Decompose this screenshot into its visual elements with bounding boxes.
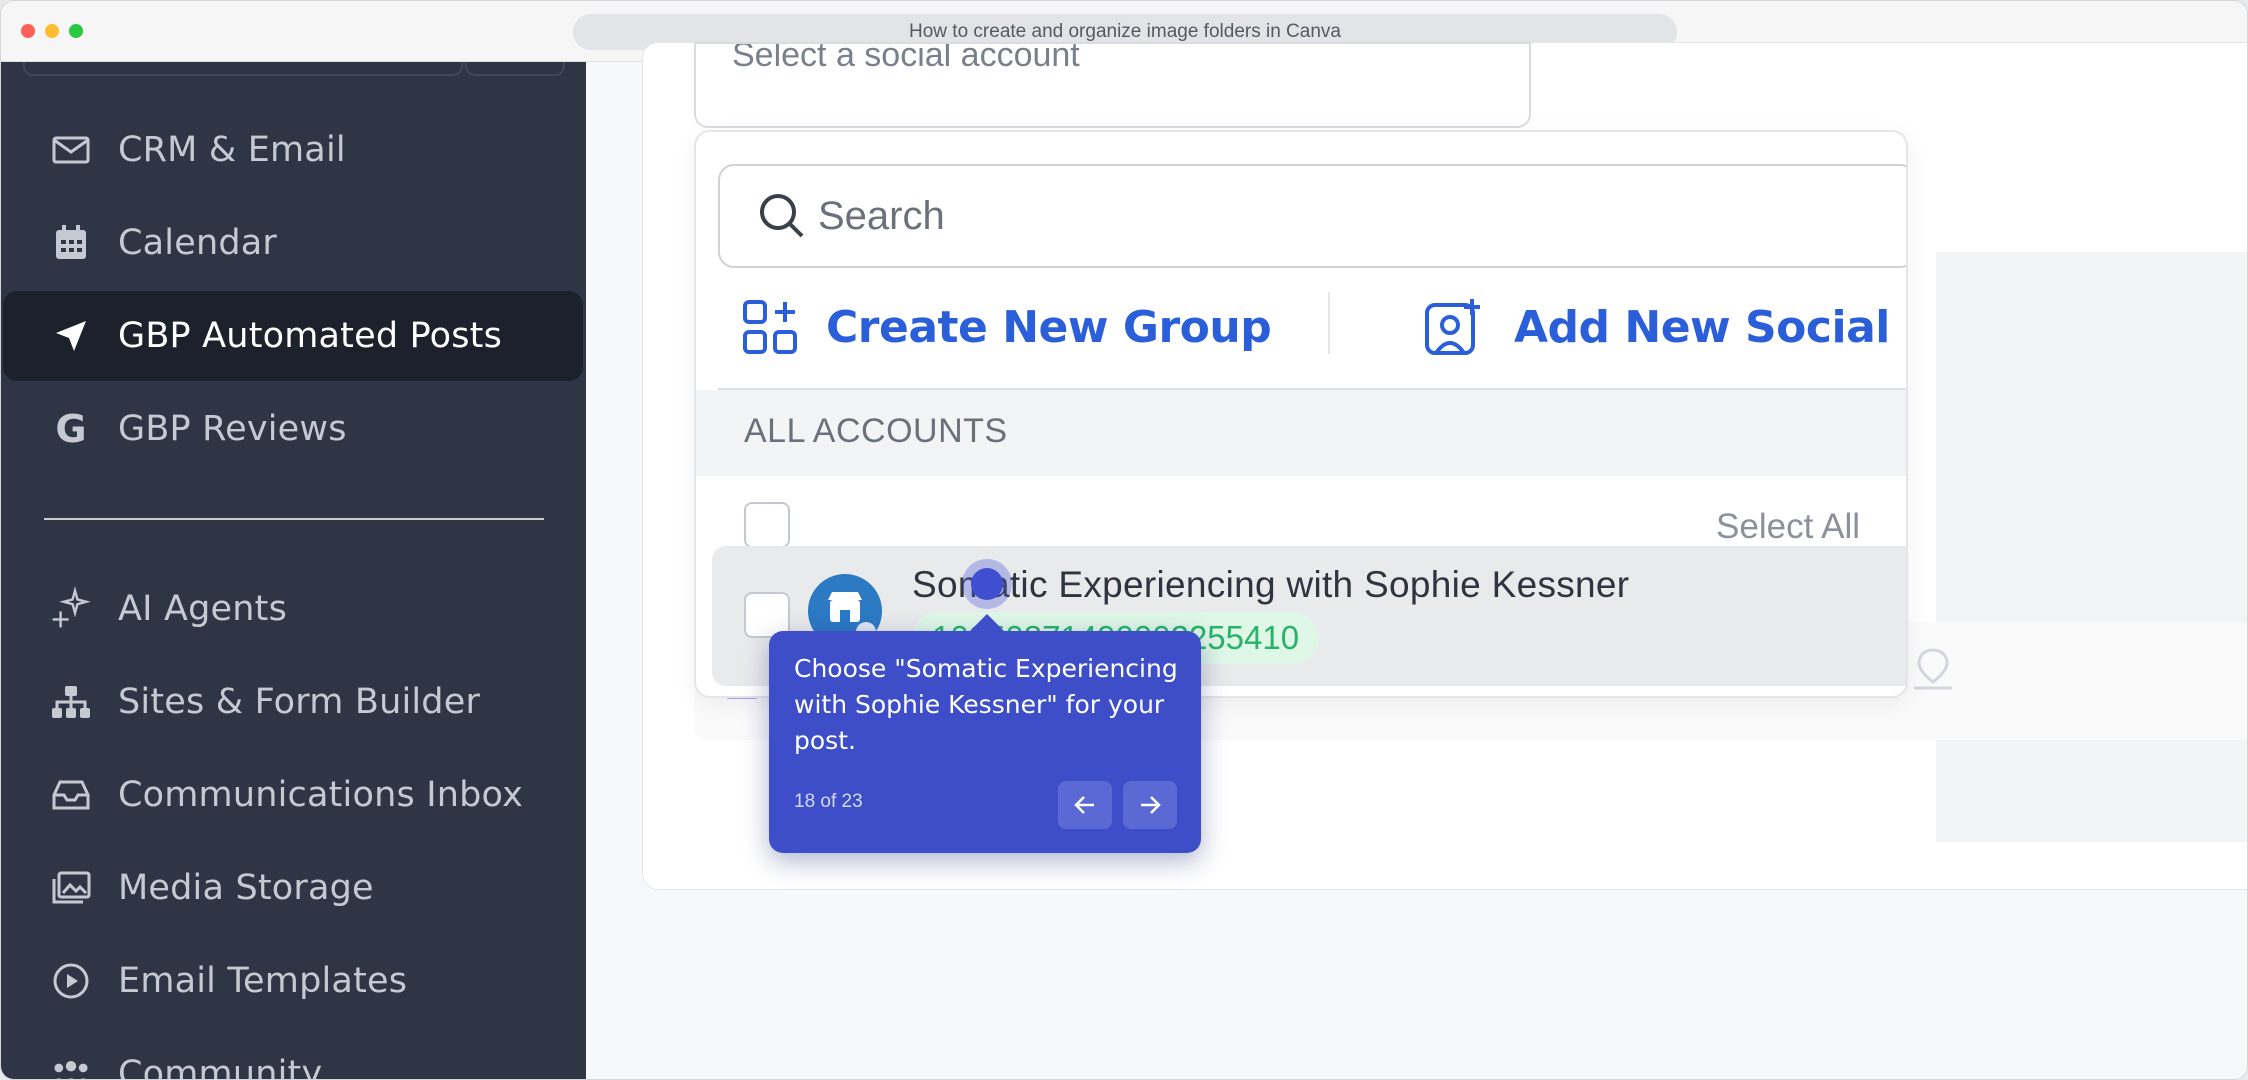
sidebar: CRM & Email Calendar GBP Automated Posts… — [1, 62, 586, 1080]
tooltip-text: Choose "Somatic Experiencing with Sophie… — [794, 654, 1178, 755]
sidebar-item-label: Media Storage — [118, 868, 374, 908]
send-icon — [51, 316, 91, 356]
select-all-checkbox[interactable] — [744, 502, 790, 548]
sparkles-icon — [51, 586, 91, 629]
sidebar-item-gbp-automated-posts[interactable]: GBP Automated Posts — [3, 291, 583, 381]
sidebar-item-label: Calendar — [118, 223, 277, 263]
sidebar-item-crm-email[interactable]: CRM & Email — [3, 105, 583, 195]
sidebar-item-media-storage[interactable]: Media Storage — [3, 843, 583, 933]
sidebar-item-community[interactable]: Community — [3, 1029, 583, 1080]
search-placeholder: Search — [818, 193, 945, 238]
previous-step-button[interactable] — [1058, 781, 1112, 829]
sitemap-icon — [51, 682, 91, 722]
sidebar-item-ai-agents[interactable]: AI Agents — [3, 564, 583, 654]
social-account-dropdown: Search Create New Group Add New Social A… — [694, 130, 1908, 698]
account-name: Somatic Experiencing with Sophie Kessner — [912, 564, 1630, 605]
sidebar-item-label: Community — [118, 1054, 323, 1080]
add-new-social-button[interactable]: Add New Social — [1424, 282, 1890, 372]
google-icon: G — [55, 407, 87, 451]
sidebar-item-communications-inbox[interactable]: Communications Inbox — [3, 750, 583, 840]
sidebar-item-email-templates[interactable]: Email Templates — [3, 936, 583, 1026]
select-all-label[interactable]: Select All — [1716, 507, 1860, 547]
play-circle-icon — [51, 961, 91, 1001]
click-indicator — [971, 568, 1003, 600]
sidebar-item-label: Email Templates — [118, 961, 408, 1001]
sidebar-item-label: Sites & Form Builder — [118, 682, 481, 722]
create-new-group-label: Create New Group — [826, 301, 1272, 353]
tooltip-step-counter: 18 of 23 — [794, 791, 863, 812]
minimize-window-button[interactable] — [45, 24, 59, 38]
action-divider — [1328, 292, 1330, 354]
users-icon — [51, 1054, 91, 1079]
grid-plus-icon — [743, 300, 797, 354]
all-accounts-header: ALL ACCOUNTS — [696, 390, 1906, 476]
sidebar-item-label: CRM & Email — [118, 130, 346, 170]
sidebar-item-calendar[interactable]: Calendar — [3, 198, 583, 288]
sidebar-item-label: AI Agents — [118, 589, 288, 629]
sidebar-top-control[interactable] — [23, 62, 463, 76]
sidebar-item-label: GBP Automated Posts — [118, 316, 503, 356]
user-plus-icon — [1425, 299, 1480, 355]
browser-window: How to create and organize image folders… — [0, 0, 2248, 1080]
next-step-button[interactable] — [1123, 781, 1177, 829]
arrow-left-icon — [1074, 796, 1094, 814]
sidebar-item-gbp-reviews[interactable]: G GBP Reviews — [3, 384, 583, 474]
guide-tooltip: Choose "Somatic Experiencing with Sophie… — [769, 614, 1201, 853]
sidebar-divider — [44, 518, 544, 520]
social-account-select-placeholder: Select a social account — [732, 42, 1080, 74]
location-icon[interactable] — [1908, 644, 1958, 694]
mail-icon — [51, 130, 91, 170]
maximize-window-button[interactable] — [69, 24, 83, 38]
sidebar-item-label: GBP Reviews — [118, 409, 347, 449]
images-icon — [51, 868, 91, 908]
sidebar-top-button[interactable] — [465, 62, 565, 76]
close-window-button[interactable] — [21, 24, 35, 38]
social-account-select[interactable]: Select a social account — [694, 42, 1531, 128]
main-content: Select a social account Search Create Ne… — [586, 42, 2247, 1079]
sidebar-item-label: Communications Inbox — [118, 775, 523, 815]
add-new-social-label: Add New Social — [1514, 301, 1890, 353]
search-icon — [760, 194, 804, 238]
all-accounts-label: ALL ACCOUNTS — [744, 412, 1008, 450]
inbox-icon — [51, 775, 91, 815]
background-panel — [1936, 252, 2247, 842]
arrow-right-icon — [1141, 796, 1161, 814]
create-new-group-button[interactable]: Create New Group — [742, 282, 1272, 372]
sidebar-item-sites-form-builder[interactable]: Sites & Form Builder — [3, 657, 583, 747]
search-input[interactable]: Search — [718, 164, 1906, 268]
calendar-icon — [51, 223, 91, 263]
